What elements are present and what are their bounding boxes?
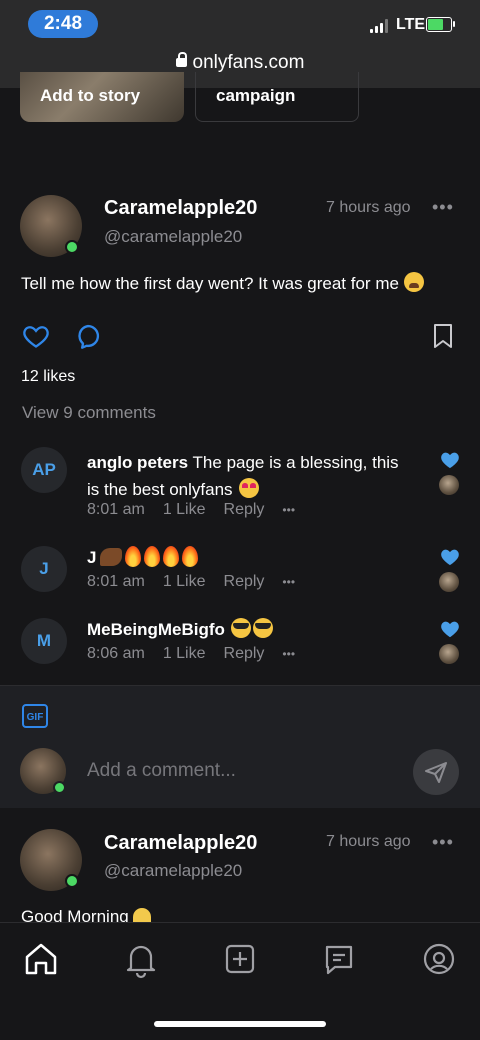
my-avatar bbox=[20, 748, 66, 794]
comment-input[interactable]: Add a comment... bbox=[87, 760, 236, 782]
address-bar[interactable]: onlyfans.com bbox=[0, 52, 480, 74]
liked-heart-icon[interactable] bbox=[440, 451, 460, 469]
post-author-handle[interactable]: @caramelapple20 bbox=[104, 227, 242, 247]
fire-emoji-icon bbox=[144, 546, 161, 567]
comment-time: 8:06 am bbox=[87, 645, 145, 662]
comment-meta: 8:06 am 1 Like Reply ••• bbox=[87, 645, 313, 663]
comment-bubble-icon[interactable] bbox=[74, 322, 102, 350]
bell-icon[interactable] bbox=[121, 939, 161, 979]
messages-icon[interactable] bbox=[319, 939, 359, 979]
lock-icon bbox=[175, 52, 187, 67]
post-time: 7 hours ago bbox=[326, 199, 411, 216]
post-author-name[interactable]: Caramelapple20 bbox=[104, 832, 257, 855]
fire-emoji-icon bbox=[182, 546, 199, 567]
comment-likes[interactable]: 1 Like bbox=[163, 501, 206, 518]
gif-button[interactable]: GIF bbox=[22, 704, 48, 728]
comment-avatar[interactable]: J bbox=[21, 546, 67, 592]
post-author-name[interactable]: Caramelapple20 bbox=[104, 197, 257, 220]
comment-author[interactable]: MeBeingMeBigfo bbox=[87, 620, 225, 639]
add-post-icon[interactable] bbox=[220, 939, 260, 979]
post-author-avatar[interactable] bbox=[20, 195, 82, 257]
like-heart-icon[interactable] bbox=[22, 322, 50, 350]
comment-avatar[interactable]: M bbox=[21, 618, 67, 664]
post-more-button[interactable]: ••• bbox=[432, 197, 454, 218]
comment-avatar[interactable]: AP bbox=[21, 447, 67, 493]
comment-meta: 8:01 am 1 Like Reply ••• bbox=[87, 501, 313, 519]
add-to-story-label: Add to story bbox=[40, 86, 141, 105]
comment-body: anglo peters The page is a blessing, thi… bbox=[87, 450, 427, 504]
sunglasses-emoji-icon bbox=[231, 618, 252, 638]
comment-reply-button[interactable]: Reply bbox=[224, 573, 265, 590]
send-icon bbox=[425, 762, 447, 783]
comment-time: 8:01 am bbox=[87, 501, 145, 518]
sunglasses-emoji-icon bbox=[253, 618, 274, 638]
send-button[interactable] bbox=[413, 749, 459, 795]
post-more-button[interactable]: ••• bbox=[432, 832, 454, 853]
comment-time: 8:01 am bbox=[87, 573, 145, 590]
comment-text-line2: is the best onlyfans bbox=[87, 480, 233, 499]
liked-heart-icon[interactable] bbox=[440, 620, 460, 638]
heart-eyes-emoji-icon bbox=[238, 478, 259, 498]
creator-liked-avatar bbox=[439, 644, 459, 664]
comment-more-button[interactable]: ••• bbox=[282, 575, 295, 589]
comment-composer: GIF Add a comment... bbox=[0, 685, 480, 808]
network-type: LTE bbox=[396, 16, 426, 33]
flexed-biceps-emoji-icon bbox=[100, 548, 123, 566]
online-indicator bbox=[53, 781, 66, 794]
comment-author[interactable]: J bbox=[87, 548, 96, 567]
home-indicator bbox=[154, 1021, 326, 1027]
bookmark-icon[interactable] bbox=[431, 323, 455, 349]
tired-face-emoji-icon bbox=[403, 272, 424, 292]
comment-body: MeBeingMeBigfo bbox=[87, 617, 274, 644]
status-time: 2:48 bbox=[28, 10, 98, 38]
comment-more-button[interactable]: ••• bbox=[282, 503, 295, 517]
view-comments-link[interactable]: View 9 comments bbox=[22, 403, 156, 423]
campaign-card[interactable]: campaign bbox=[195, 72, 359, 122]
post-time: 7 hours ago bbox=[326, 833, 411, 850]
online-indicator bbox=[65, 240, 79, 254]
comment-more-button[interactable]: ••• bbox=[282, 647, 295, 661]
comment-meta: 8:01 am 1 Like Reply ••• bbox=[87, 573, 313, 591]
likes-count[interactable]: 12 likes bbox=[21, 368, 75, 386]
comment-reply-button[interactable]: Reply bbox=[224, 501, 265, 518]
comment-likes[interactable]: 1 Like bbox=[163, 573, 206, 590]
comment-likes[interactable]: 1 Like bbox=[163, 645, 206, 662]
fire-emoji-icon bbox=[125, 546, 142, 567]
online-indicator bbox=[65, 874, 79, 888]
comment-author[interactable]: anglo peters bbox=[87, 453, 188, 472]
post-author-handle[interactable]: @caramelapple20 bbox=[104, 861, 242, 881]
creator-liked-avatar bbox=[439, 572, 459, 592]
post-text-content: Tell me how the first day went? It was g… bbox=[21, 274, 399, 293]
campaign-label: campaign bbox=[216, 86, 296, 105]
comment-reply-button[interactable]: Reply bbox=[224, 645, 265, 662]
post-author-avatar[interactable] bbox=[20, 829, 82, 891]
battery-icon bbox=[426, 17, 455, 32]
add-to-story-card[interactable]: Add to story bbox=[20, 72, 184, 122]
post-text: Tell me how the first day went? It was g… bbox=[21, 272, 424, 294]
profile-icon[interactable] bbox=[419, 939, 459, 979]
fire-emoji-icon bbox=[163, 546, 180, 567]
comment-text-line1: The page is a blessing, this bbox=[192, 453, 399, 472]
liked-heart-icon[interactable] bbox=[440, 548, 460, 566]
comment-body: J bbox=[87, 545, 199, 572]
home-icon[interactable] bbox=[21, 939, 61, 979]
signal-icon bbox=[370, 19, 390, 33]
creator-liked-avatar bbox=[439, 475, 459, 495]
url-text: onlyfans.com bbox=[192, 52, 305, 73]
